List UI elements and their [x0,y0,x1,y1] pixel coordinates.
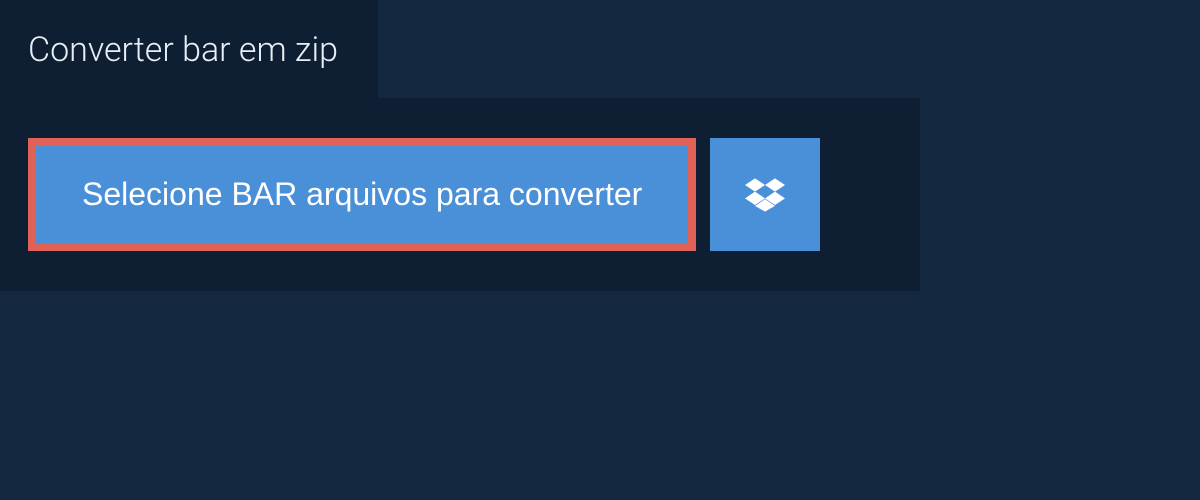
tab-converter[interactable]: Converter bar em zip [0,0,378,98]
converter-panel: Selecione BAR arquivos para converter [0,98,920,291]
tab-label: Converter bar em zip [28,30,338,70]
dropbox-icon [745,175,785,215]
select-files-label: Selecione BAR arquivos para converter [82,176,642,212]
button-row: Selecione BAR arquivos para converter [28,138,892,251]
dropbox-button[interactable] [710,138,820,251]
tab-container: Converter bar em zip [0,0,378,98]
select-files-button[interactable]: Selecione BAR arquivos para converter [36,146,688,243]
select-button-highlight: Selecione BAR arquivos para converter [28,138,696,251]
